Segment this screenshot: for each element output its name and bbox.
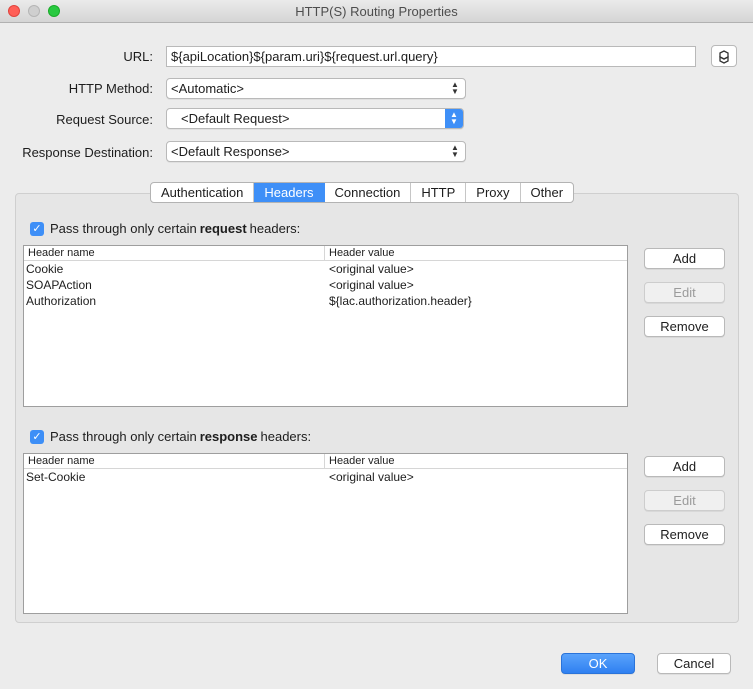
tab-proxy[interactable]: Proxy <box>466 183 521 202</box>
window-title: HTTP(S) Routing Properties <box>295 4 458 19</box>
response-headers-label-pre: Pass through only certain <box>50 429 197 444</box>
response-headers-label-post: headers: <box>260 429 312 444</box>
response-destination-value: <Default Response> <box>171 144 290 159</box>
table-header: Header name Header value <box>24 454 627 469</box>
header-value-cell: <original value> <box>329 278 414 292</box>
request-headers-checkbox[interactable]: ✓ <box>30 221 44 236</box>
response-headers-label-bold: response <box>199 429 258 444</box>
header-value-cell: <original value> <box>329 262 414 276</box>
column-header-name[interactable]: Header name <box>24 246 325 260</box>
table-row[interactable]: Set-Cookie <original value> <box>24 469 627 485</box>
response-remove-button[interactable]: Remove <box>644 524 725 545</box>
request-headers-label-pre: Pass through only certain <box>50 221 197 236</box>
tab-connection[interactable]: Connection <box>325 183 412 202</box>
http-method-label: HTTP Method: <box>68 81 153 96</box>
header-name-cell: SOAPAction <box>26 278 92 292</box>
request-remove-button[interactable]: Remove <box>644 316 725 337</box>
table-row[interactable]: SOAPAction <original value> <box>24 277 627 293</box>
header-value-cell: ${lac.authorization.header} <box>329 294 472 308</box>
column-header-value[interactable]: Header value <box>325 454 394 468</box>
column-header-value[interactable]: Header value <box>325 246 394 260</box>
updown-chevron-icon: ▲ ▼ <box>451 143 459 159</box>
request-add-button[interactable]: Add <box>644 248 725 269</box>
tab-http[interactable]: HTTP <box>411 183 467 202</box>
tab-authentication[interactable]: Authentication <box>151 183 255 202</box>
expression-builder-button[interactable] <box>711 45 737 67</box>
request-source-select[interactable]: <Default Request> ▲ ▼ <box>166 108 464 129</box>
expression-builder-icon <box>717 48 731 65</box>
response-add-button[interactable]: Add <box>644 456 725 477</box>
header-name-cell: Authorization <box>26 294 97 308</box>
ok-button[interactable]: OK <box>561 653 635 674</box>
tab-headers[interactable]: Headers <box>254 183 325 202</box>
table-row[interactable]: Authorization ${lac.authorization.header… <box>24 293 627 309</box>
response-headers-table[interactable]: Header name Header value Set-Cookie <ori… <box>23 453 628 614</box>
table-row[interactable]: Cookie <original value> <box>24 261 627 277</box>
request-headers-table[interactable]: Header name Header value Cookie <origina… <box>23 245 628 407</box>
header-name-cell: Cookie <box>26 262 64 276</box>
request-headers-label-bold: request <box>199 221 247 236</box>
http-method-value: <Automatic> <box>171 81 244 96</box>
header-name-cell: Set-Cookie <box>26 470 86 484</box>
http-method-select[interactable]: <Automatic> ▲ ▼ <box>166 78 466 99</box>
cancel-button[interactable]: Cancel <box>657 653 731 674</box>
table-header: Header name Header value <box>24 246 627 261</box>
tab-bar: Authentication Headers Connection HTTP P… <box>150 182 575 203</box>
response-headers-option: ✓ Pass through only certain response hea… <box>30 429 311 444</box>
request-edit-button[interactable]: Edit <box>644 282 725 303</box>
request-headers-option: ✓ Pass through only certain request head… <box>30 221 300 236</box>
updown-chevron-icon: ▲ ▼ <box>445 109 463 128</box>
request-headers-label-post: headers: <box>249 221 301 236</box>
column-header-name[interactable]: Header name <box>24 454 325 468</box>
url-label: URL: <box>123 49 153 64</box>
response-destination-label: Response Destination: <box>22 145 153 160</box>
request-source-label: Request Source: <box>56 112 153 127</box>
request-source-value: <Default Request> <box>181 111 290 126</box>
url-field[interactable]: ${apiLocation}${param.uri}${request.url.… <box>166 46 696 67</box>
response-edit-button[interactable]: Edit <box>644 490 725 511</box>
updown-chevron-icon: ▲ ▼ <box>451 80 459 96</box>
tab-other[interactable]: Other <box>521 183 574 202</box>
response-headers-checkbox[interactable]: ✓ <box>30 429 44 444</box>
response-destination-select[interactable]: <Default Response> ▲ ▼ <box>166 141 466 162</box>
title-bar: HTTP(S) Routing Properties <box>0 0 753 23</box>
header-value-cell: <original value> <box>329 470 414 484</box>
